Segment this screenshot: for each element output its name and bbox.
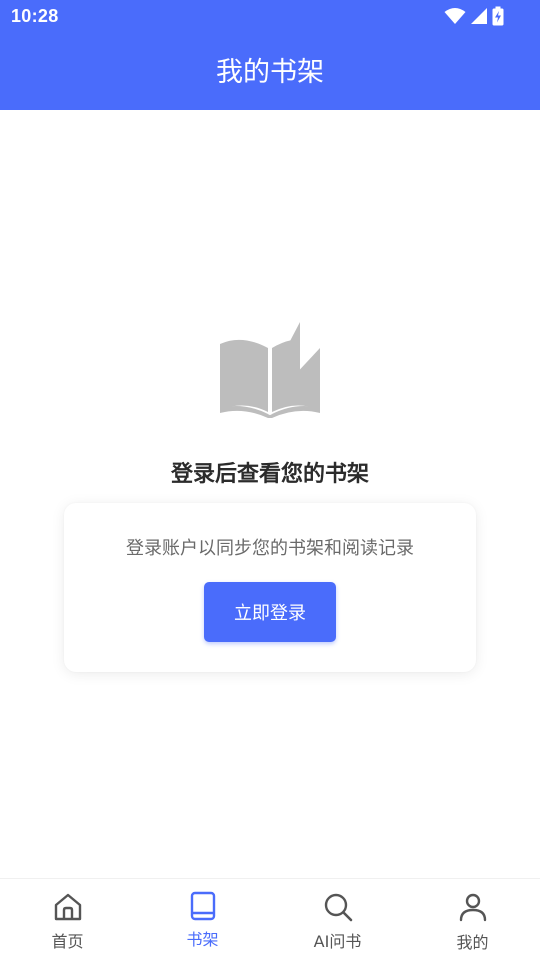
nav-item-bookshelf[interactable]: 书架 <box>135 879 270 960</box>
open-book-icon <box>220 322 320 418</box>
login-card: 登录账户以同步您的书架和阅读记录 立即登录 <box>64 503 476 672</box>
nav-label-ai-ask: AI问书 <box>313 932 362 951</box>
wifi-icon <box>444 8 466 24</box>
nav-label-home: 首页 <box>51 932 84 951</box>
search-icon <box>324 893 352 922</box>
status-icons <box>444 6 504 26</box>
empty-state-heading: 登录后查看您的书架 <box>170 462 369 487</box>
nav-label-mine: 我的 <box>456 933 489 952</box>
home-icon <box>54 893 81 921</box>
book-icon <box>190 891 215 921</box>
page-title: 我的书架 <box>216 57 324 88</box>
login-now-button[interactable]: 立即登录 <box>204 582 336 642</box>
login-card-description: 登录账户以同步您的书架和阅读记录 <box>126 538 414 559</box>
battery-charging-icon <box>492 6 504 26</box>
app-header: 10:28 我的书架 <box>0 0 540 110</box>
status-time: 10:28 <box>11 6 59 26</box>
cell-signal-icon <box>471 8 487 24</box>
nav-label-bookshelf: 书架 <box>186 930 219 949</box>
bottom-nav: 首页 书架 AI问书 我的 <box>0 878 540 960</box>
nav-item-ai-ask[interactable]: AI问书 <box>270 879 405 960</box>
nav-item-home[interactable]: 首页 <box>0 879 135 960</box>
nav-item-mine[interactable]: 我的 <box>405 879 540 960</box>
bookshelf-screen: 10:28 我的书架 登录后查看您的书架 登录账户以同步您的书架和阅读记录 立即… <box>0 0 540 960</box>
status-bar: 10:28 <box>0 0 540 34</box>
user-icon <box>459 893 486 922</box>
